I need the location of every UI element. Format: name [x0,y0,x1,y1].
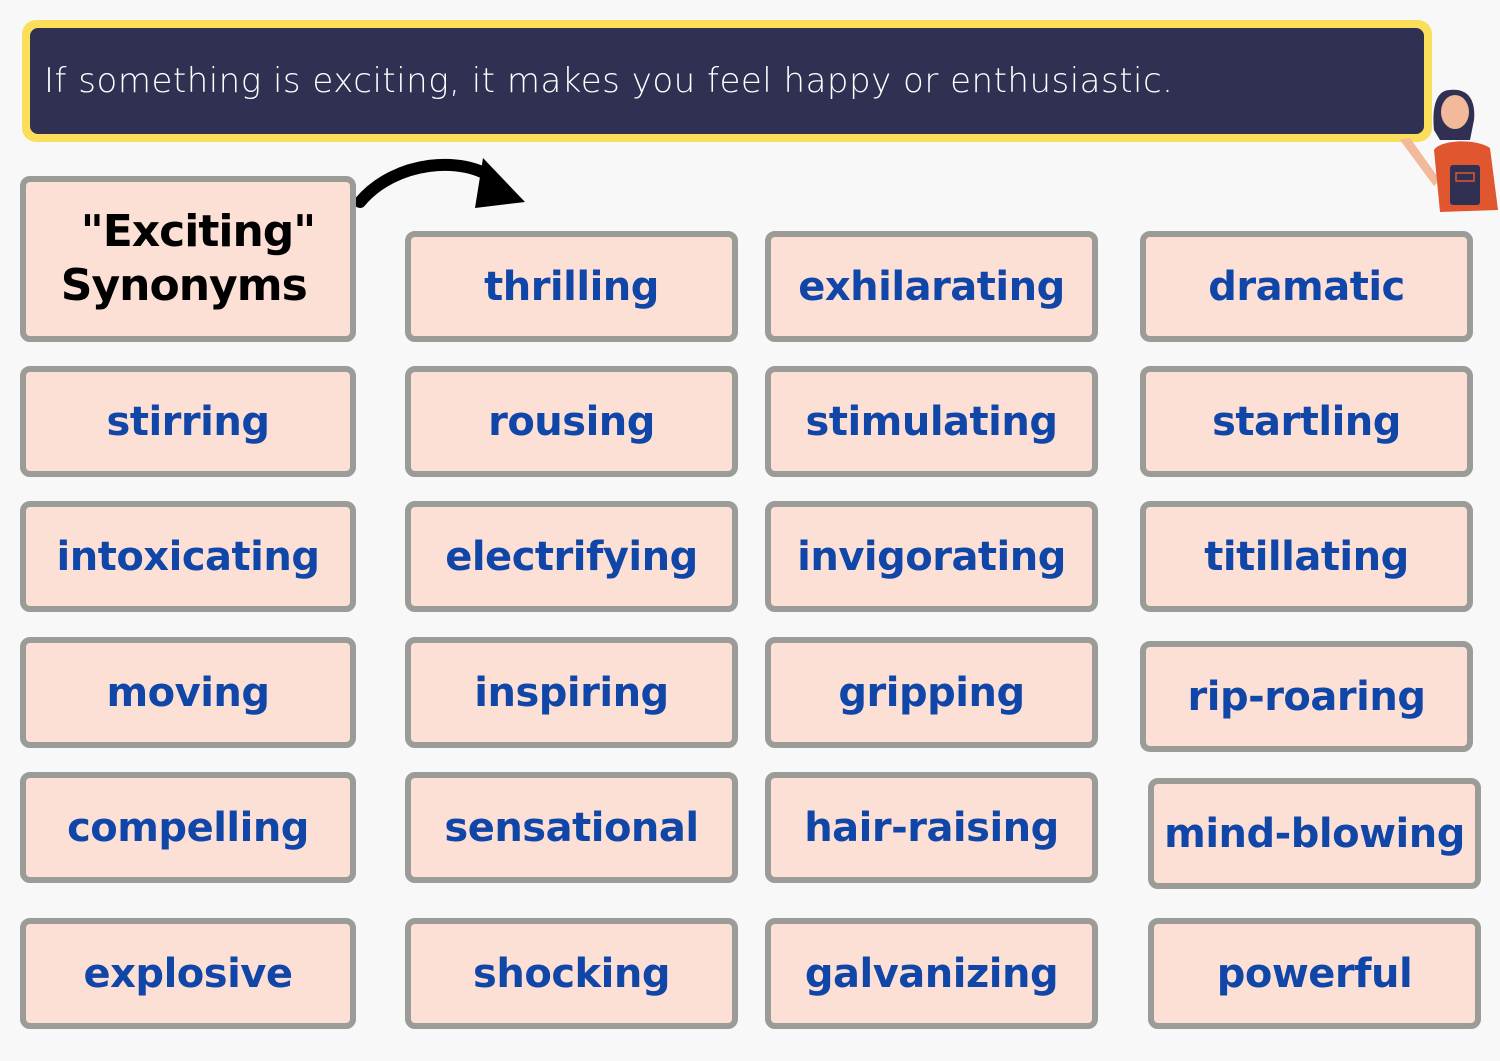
synonym-card: invigorating [765,501,1098,612]
synonym-word: stimulating [805,398,1058,445]
synonym-word: stirring [106,398,270,445]
synonym-card: rousing [405,366,738,477]
synonym-word: exhilarating [798,263,1065,310]
synonym-card: explosive [20,918,356,1029]
synonym-word: compelling [67,804,309,851]
synonym-word: electrifying [445,533,698,580]
title-line-1: "Exciting" [80,206,316,257]
synonym-card: startling [1140,366,1473,477]
synonym-card: moving [20,637,356,748]
synonym-card: mind-blowing [1148,778,1481,889]
synonym-word: startling [1212,398,1401,445]
synonym-card: rip-roaring [1140,641,1473,752]
synonym-card: electrifying [405,501,738,612]
teacher-illustration [1400,89,1498,212]
synonym-card: shocking [405,918,738,1029]
synonym-word: sensational [444,804,699,851]
synonym-card: exhilarating [765,231,1098,342]
synonym-word: mind-blowing [1164,810,1465,857]
synonym-card: intoxicating [20,501,356,612]
title-text: "Exciting" Synonyms [60,205,316,313]
synonym-word: rip-roaring [1187,673,1426,720]
title-line-2: Synonyms [60,260,308,311]
synonym-card: gripping [765,637,1098,748]
definition-banner-inner: If something is exciting, it makes you f… [30,28,1424,134]
synonym-word: inspiring [474,669,669,716]
synonym-word: invigorating [797,533,1066,580]
synonym-word: hair-raising [804,804,1059,851]
synonym-card: titillating [1140,501,1473,612]
synonym-card: inspiring [405,637,738,748]
arrow-icon [355,158,525,208]
synonym-card: thrilling [405,231,738,342]
synonym-card: hair-raising [765,772,1098,883]
synonym-word: moving [106,669,270,716]
synonym-word: galvanizing [804,950,1059,997]
synonym-card: stimulating [765,366,1098,477]
synonym-word: rousing [488,398,655,445]
synonym-word: dramatic [1208,263,1405,310]
synonym-card: dramatic [1140,231,1473,342]
title-card: "Exciting" Synonyms [20,176,356,342]
synonym-card: galvanizing [765,918,1098,1029]
definition-text: If something is exciting, it makes you f… [44,61,1174,101]
synonym-word: shocking [473,950,670,997]
synonym-word: intoxicating [56,533,320,580]
synonym-card: sensational [405,772,738,883]
synonym-word: titillating [1204,533,1409,580]
synonym-word: thrilling [484,263,659,310]
synonym-card: powerful [1148,918,1481,1029]
synonym-card: compelling [20,772,356,883]
synonym-word: explosive [83,950,293,997]
definition-banner: If something is exciting, it makes you f… [22,20,1432,142]
synonym-word: gripping [838,669,1025,716]
synonym-card: stirring [20,366,356,477]
synonym-word: powerful [1216,950,1413,997]
